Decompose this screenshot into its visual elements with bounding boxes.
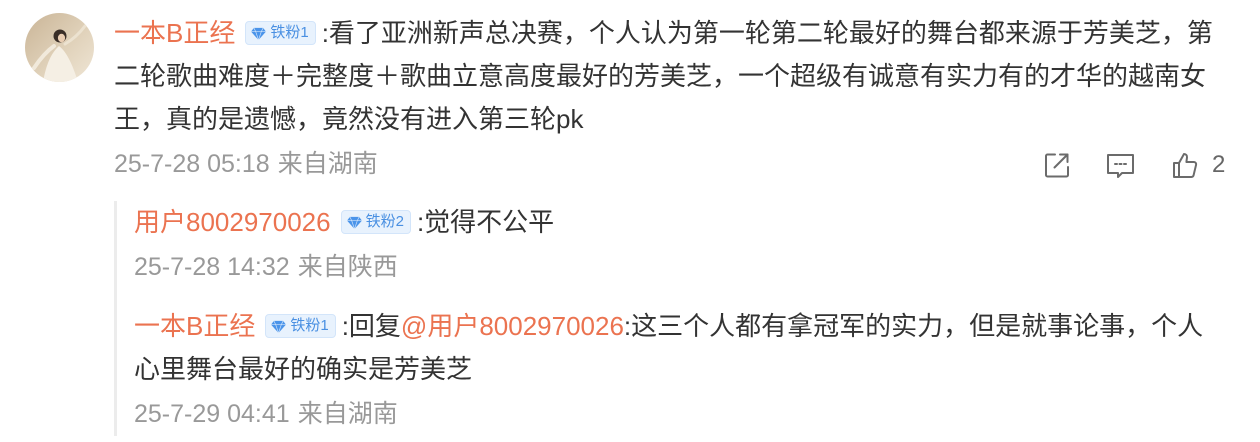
mention-link[interactable]: @用户8002970026 <box>401 311 624 341</box>
fan-badge-label: 铁粉1 <box>270 24 309 42</box>
diamond-icon <box>251 27 267 40</box>
fan-badge[interactable]: 铁粉1 <box>265 314 336 339</box>
diamond-icon <box>271 320 287 333</box>
comment-location: 来自湖南 <box>277 150 378 178</box>
reply-meta: 25-7-29 04:41 来自湖南 <box>134 393 1220 436</box>
comment-content: 一本B正经 铁粉1:看了亚洲新声总决赛，个人认为第一轮第二轮最好的舞台都来源于芳美… <box>114 12 1228 141</box>
avatar-photo <box>25 13 94 82</box>
diamond-icon <box>346 216 362 229</box>
reply-thread: 用户8002970026 铁粉2:觉得不公平 25-7-28 14:32 来自陕西 … <box>114 201 1220 436</box>
comment: 一本B正经 铁粉1:看了亚洲新声总决赛，个人认为第一轮第二轮最好的舞台都来源于芳美… <box>114 12 1228 436</box>
share-button[interactable] <box>1042 150 1072 180</box>
reply-time: 25-7-28 14:32 <box>134 253 290 281</box>
fan-badge[interactable]: 铁粉2 <box>340 210 411 235</box>
like-button[interactable]: 2 <box>1171 150 1225 180</box>
reply-text: :觉得不公平 <box>416 207 555 237</box>
comment-button[interactable] <box>1105 150 1136 180</box>
reply-username[interactable]: 一本B正经 <box>134 311 255 341</box>
reply-item: 一本B正经 铁粉1:回复@用户8002970026:这三个人都有拿冠军的实力，但是… <box>134 305 1220 436</box>
reply-content: 用户8002970026 铁粉2 :觉得不公平 <box>134 201 1220 244</box>
fan-badge[interactable]: 铁粉1 <box>245 21 316 46</box>
like-count: 2 <box>1212 150 1226 178</box>
comment-time: 25-7-28 05:18 <box>114 150 270 178</box>
thumbs-up-icon <box>1173 152 1198 178</box>
comment-meta-row: 25-7-28 05:18 来自湖南 2 <box>114 143 1228 186</box>
comment-username[interactable]: 一本B正经 <box>114 18 235 48</box>
reply-username[interactable]: 用户8002970026 <box>134 207 331 237</box>
reply-location: 来自湖南 <box>297 400 398 428</box>
reply-item: 用户8002970026 铁粉2 :觉得不公平 25-7-28 14:32 来自陕西 <box>134 201 1220 289</box>
reply-meta: 25-7-28 14:32 来自陕西 <box>134 246 1220 289</box>
fan-badge-label: 铁粉2 <box>365 213 404 231</box>
comment-meta: 25-7-28 05:18 来自湖南 <box>114 150 378 178</box>
reply-time: 25-7-29 04:41 <box>134 400 290 428</box>
share-icon <box>1045 153 1069 177</box>
reply-content: 一本B正经 铁粉1:回复@用户8002970026:这三个人都有拿冠军的实力，但是… <box>134 305 1220 391</box>
fan-badge-label: 铁粉1 <box>290 317 329 335</box>
avatar[interactable] <box>25 13 94 82</box>
reply-location: 来自陕西 <box>297 253 398 281</box>
comment-actions: 2 <box>1042 143 1225 186</box>
comment-thread: 一本B正经 铁粉1:看了亚洲新声总决赛，个人认为第一轮第二轮最好的舞台都来源于芳美… <box>0 0 1260 442</box>
comment-icon <box>1107 153 1134 178</box>
reply-prefix: :回复 <box>341 311 401 341</box>
